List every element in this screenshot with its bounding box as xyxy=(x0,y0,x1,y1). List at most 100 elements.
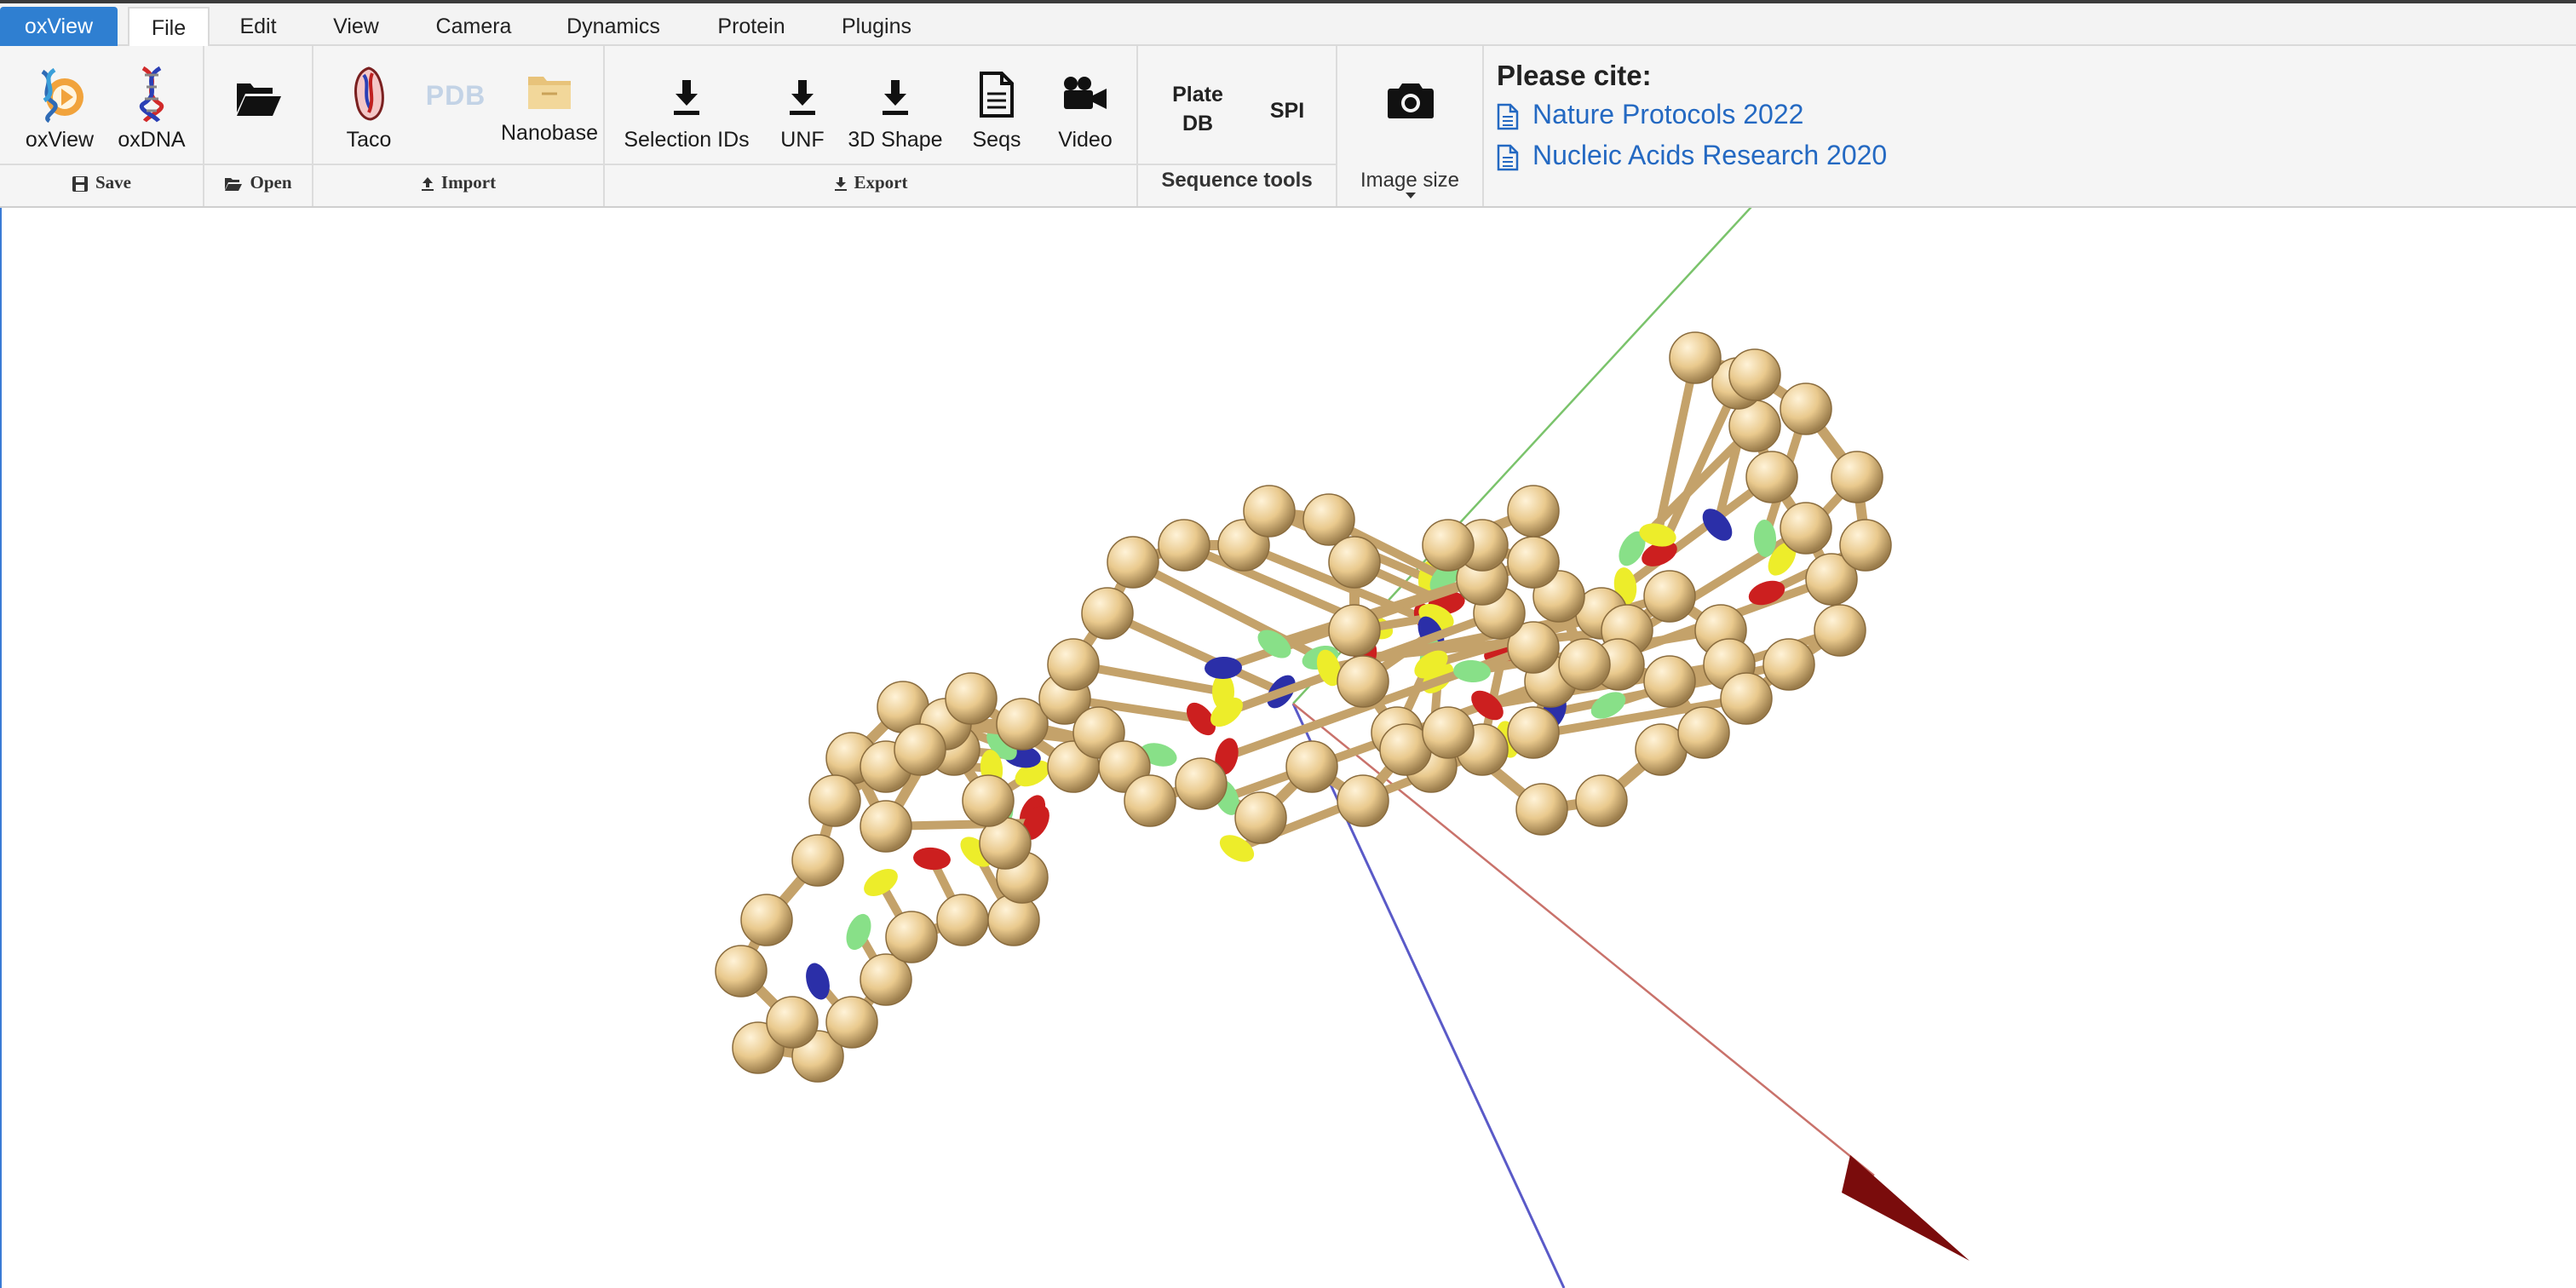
spi-label: SPI xyxy=(1269,99,1305,123)
caret-down-icon xyxy=(1406,193,1416,198)
nucleotide-backbone-site xyxy=(1643,570,1696,623)
open-file-button[interactable] xyxy=(216,66,302,160)
screenshot-button[interactable] xyxy=(1368,80,1453,140)
nucleotide-backbone-site xyxy=(1337,774,1389,827)
save-oxview-button[interactable]: oxView xyxy=(20,66,99,160)
import-group: Taco PDB Nanobase Import xyxy=(313,46,605,206)
image-size-dropdown[interactable]: Image size xyxy=(1337,164,1482,198)
open-group-label: Open xyxy=(204,165,312,199)
nucleotide-backbone-site xyxy=(715,945,768,998)
save-group-label: Save xyxy=(0,165,203,199)
citation-title: Please cite: xyxy=(1497,60,1652,91)
export-label-text: Export xyxy=(854,172,908,193)
nucleotide-backbone-site xyxy=(1337,655,1389,708)
nucleotide-backbone-site xyxy=(808,774,861,827)
nucleotide-backbone-site xyxy=(1243,485,1296,538)
nucleotide-backbone-site xyxy=(1422,706,1475,759)
import-taco-label: Taco xyxy=(346,128,392,152)
citation-link-2-text: Nucleic Acids Research 2020 xyxy=(1532,140,1888,170)
nucleotide-backbone-site xyxy=(1507,706,1560,759)
menu-bar: oxView File Edit View Camera Dynamics Pr… xyxy=(0,3,2576,48)
folder-icon xyxy=(528,77,571,109)
nucleotide-backbone-site xyxy=(1175,757,1228,810)
save-label-text: Save xyxy=(95,172,131,193)
download-icon xyxy=(790,80,815,115)
import-taco-button[interactable]: Taco xyxy=(329,66,409,160)
save-oxdna-label: oxDNA xyxy=(118,128,186,152)
nucleotide-backbone-site xyxy=(1831,451,1883,503)
nucleotide-backbone-site xyxy=(1047,638,1100,691)
download-icon xyxy=(883,80,908,115)
nucleotide-backbone-site xyxy=(1158,519,1210,572)
citation-link-1-text: Nature Protocols 2022 xyxy=(1532,99,1804,129)
save-oxdna-button[interactable]: oxDNA xyxy=(112,66,191,160)
plate-db-line1: Plate xyxy=(1172,83,1223,106)
image-size-label: Image size xyxy=(1360,169,1460,192)
tab-camera[interactable]: Camera xyxy=(424,7,523,46)
tab-edit[interactable]: Edit xyxy=(228,7,288,46)
download-icon xyxy=(674,80,699,115)
nucleotide-backbone-site xyxy=(1081,587,1134,640)
nucleotide-backbone-site xyxy=(1669,331,1722,384)
open-group: Open xyxy=(204,46,313,206)
nucleotide-backbone-site xyxy=(1558,638,1611,691)
file-text-icon xyxy=(1497,103,1519,129)
nucleotide-backbone-site xyxy=(1780,502,1832,555)
nucleotide-backbone-site xyxy=(825,996,878,1049)
image-group: Image size xyxy=(1337,46,1484,206)
nucleotide-backbone-site xyxy=(740,894,793,946)
upload-icon xyxy=(421,177,434,192)
import-nanobase-button[interactable]: Nanobase xyxy=(501,66,598,160)
nucleotide-backbone-site xyxy=(1575,774,1628,827)
nucleotide-backbone-site xyxy=(1515,783,1568,836)
sequence-tools-group: Plate DB SPI Sequence tools xyxy=(1138,46,1337,206)
export-video-label: Video xyxy=(1058,128,1113,152)
nucleotide-backbone-site xyxy=(1285,740,1338,793)
nucleotide-backbone-site xyxy=(791,834,844,887)
video-camera-icon xyxy=(1064,77,1107,109)
nucleotide-backbone-site xyxy=(1507,485,1560,538)
nucleotide-backbone-site xyxy=(936,894,989,946)
nucleotide-backbone-site xyxy=(1728,348,1781,401)
citation-link-nature-protocols[interactable]: Nature Protocols 2022 xyxy=(1497,99,1803,130)
open-label-text: Open xyxy=(250,172,292,193)
nucleotide-backbone-site xyxy=(1839,519,1892,572)
nucleotide-backbone-site xyxy=(894,723,946,776)
floppy-disk-icon xyxy=(72,176,88,193)
brand-tab-oxview[interactable]: oxView xyxy=(0,7,118,46)
nucleotide-backbone-site xyxy=(1814,604,1866,657)
export-selection-ids-button[interactable]: Selection IDs xyxy=(618,66,755,160)
3d-scene-canvas[interactable] xyxy=(0,208,2576,1288)
nucleotide-backbone-site xyxy=(962,774,1015,827)
import-pdb-button[interactable]: PDB xyxy=(419,66,492,160)
save-group: oxView oxDNA Save xyxy=(0,46,204,206)
nucleotide-backbone-site xyxy=(1780,382,1832,435)
nucleotide-backbone-site xyxy=(1762,638,1815,691)
export-video-button[interactable]: Video xyxy=(1043,66,1128,160)
plate-db-button[interactable]: Plate DB xyxy=(1155,80,1240,140)
import-label-text: Import xyxy=(440,172,497,193)
nucleotide-backbone-site xyxy=(860,800,912,853)
tab-view[interactable]: View xyxy=(324,7,388,46)
nucleotide-backbone-site xyxy=(1124,774,1176,827)
export-group: Selection IDs UNF 3D Shape Seqs Video Ex… xyxy=(605,46,1138,206)
nucleobase xyxy=(913,847,951,871)
x-axis-arrow-head xyxy=(1842,1155,1969,1261)
sequence-tools-label: Sequence tools xyxy=(1161,169,1313,192)
export-3d-shape-button[interactable]: 3D Shape xyxy=(843,66,947,160)
folder-open-icon xyxy=(237,83,281,116)
export-group-label: Export xyxy=(605,165,1136,199)
plate-db-line2: DB xyxy=(1182,112,1214,135)
file-ribbon: oxView oxDNA Save Open Taco PDB Nanobase… xyxy=(0,46,2576,208)
nucleotide-backbone-site xyxy=(1677,706,1730,759)
tab-file[interactable]: File xyxy=(128,7,210,48)
tab-dynamics[interactable]: Dynamics xyxy=(555,7,671,46)
nucleotide-backbone-site xyxy=(885,911,938,963)
tab-protein[interactable]: Protein xyxy=(704,7,799,46)
tab-plugins[interactable]: Plugins xyxy=(830,7,923,46)
nucleotide-backbone-site xyxy=(1643,655,1696,708)
nucleotide-backbone-site xyxy=(1507,536,1560,589)
nucleotide-backbone-site xyxy=(766,996,819,1049)
citation-link-nucleic-acids-research[interactable]: Nucleic Acids Research 2020 xyxy=(1497,140,1887,171)
spi-button[interactable]: SPI xyxy=(1249,94,1325,128)
